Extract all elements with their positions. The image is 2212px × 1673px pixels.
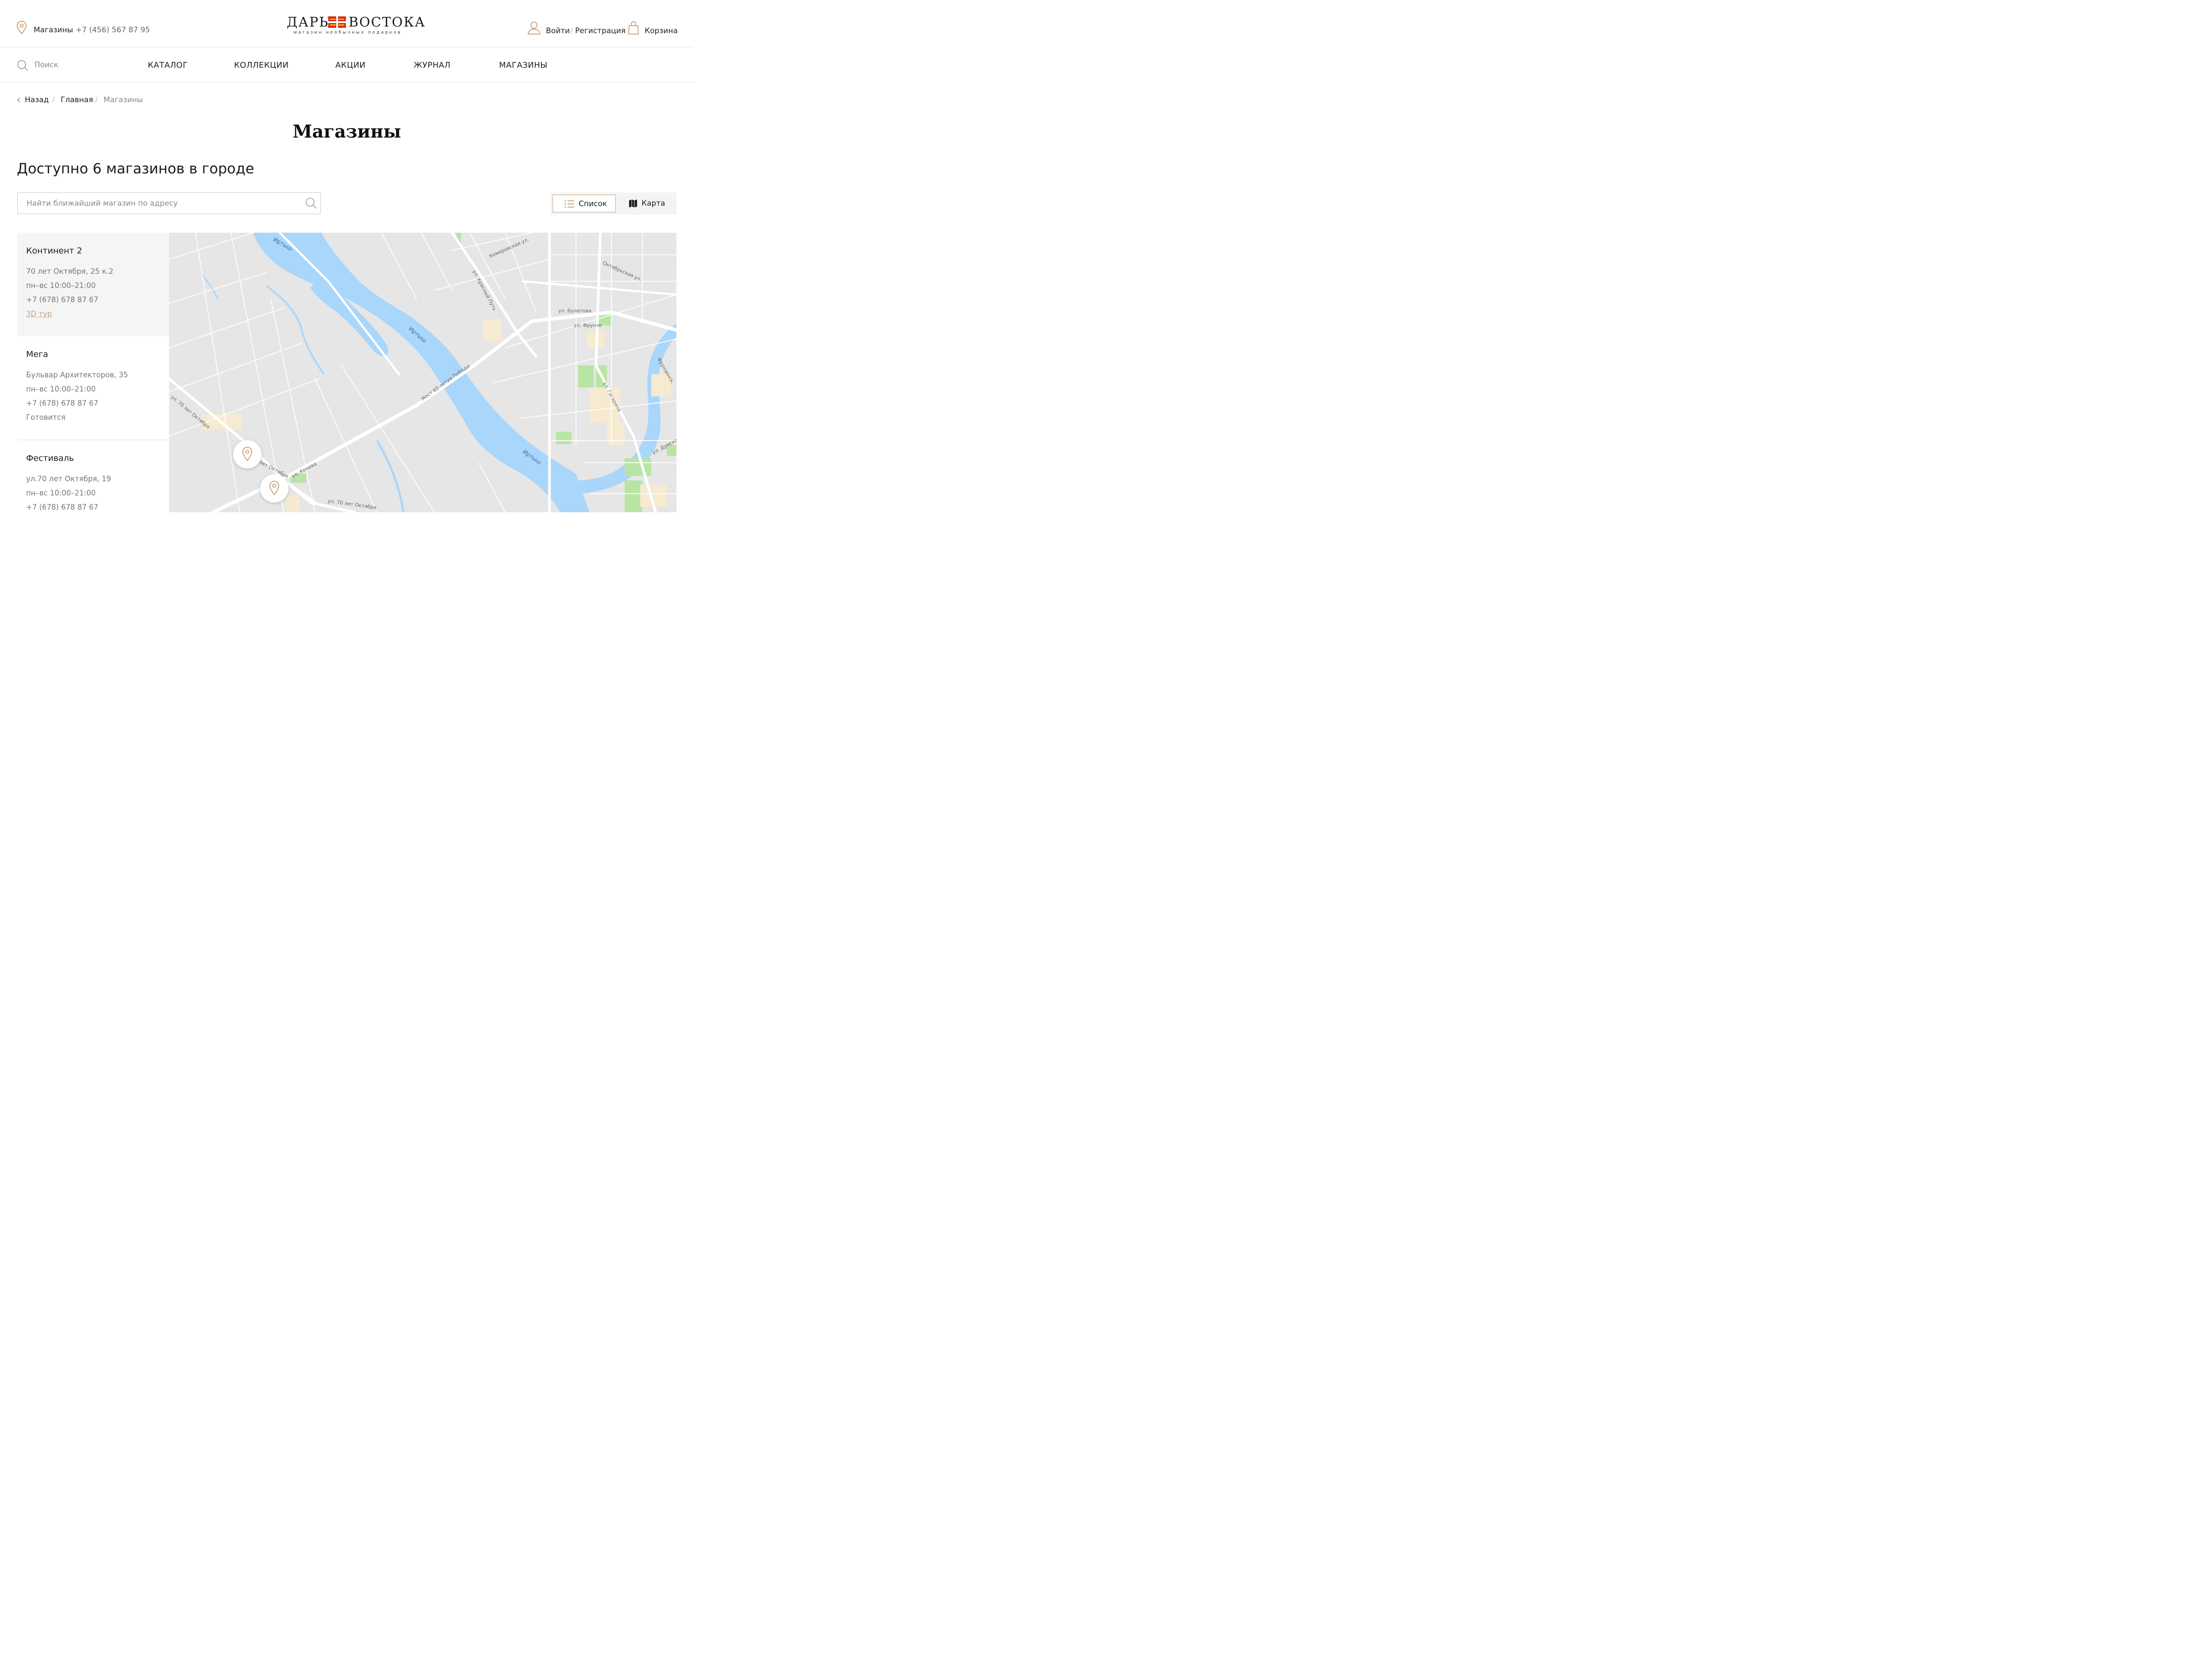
logo-tagline: магазин необычных подарков	[293, 30, 402, 35]
breadcrumb-separator: /	[52, 96, 55, 104]
view-toggle: Список Карта	[550, 192, 676, 215]
store-map-marker[interactable]	[260, 474, 288, 503]
map-label-street: ул. Фрунзе	[574, 322, 602, 328]
store-address: Бульвар Архитекторов, 35	[26, 371, 128, 379]
nav-item-catalog[interactable]: КАТАЛОГ	[148, 61, 188, 70]
breadcrumb-back[interactable]: Назад	[25, 96, 49, 104]
store-name: Мега	[26, 349, 48, 359]
cart-link[interactable]: Корзина	[645, 27, 678, 35]
store-phone[interactable]: +7 (678) 678 87 67	[26, 503, 98, 511]
login-separator: /	[570, 27, 573, 35]
map-canvas	[169, 233, 676, 512]
search-icon[interactable]	[305, 197, 317, 209]
shopping-bag-icon[interactable]	[628, 21, 639, 35]
breadcrumb-home[interactable]: Главная	[61, 96, 93, 104]
store-address: 70 лет Октября, 25 к.2	[26, 267, 114, 276]
store-hours: пн–вс 10:00–21:00	[26, 489, 96, 497]
store-card[interactable]: Мега Бульвар Архитекторов, 35 пн–вс 10:0…	[17, 336, 169, 440]
map-view-label: Карта	[641, 199, 665, 208]
logo-word-left: ДАРЫ	[287, 15, 333, 30]
search-icon[interactable]	[17, 60, 28, 71]
nav-item-stores[interactable]: МАГАЗИНЫ	[499, 61, 548, 70]
breadcrumb-separator: /	[95, 96, 98, 104]
store-phone[interactable]: +7 (678) 678 87 67	[26, 295, 98, 304]
main-nav: Поиск КАТАЛОГ КОЛЛЕКЦИИ АКЦИИ ЖУРНАЛ МАГ…	[0, 47, 694, 82]
store-name: Фестиваль	[26, 453, 74, 463]
page-title: Магазины	[292, 121, 401, 142]
store-3d-tour-link[interactable]: 3D тур	[26, 310, 52, 318]
map-view-button[interactable]: Карта	[618, 195, 675, 212]
store-hours: пн–вс 10:00–21:00	[26, 281, 96, 290]
logo-word-right: ВОСТОКА	[349, 15, 426, 30]
user-icon[interactable]	[527, 21, 541, 35]
store-map-marker[interactable]	[233, 440, 261, 468]
map-label-street: ул. Булатова	[558, 308, 591, 314]
nav-item-collections[interactable]: КОЛЛЕКЦИИ	[234, 61, 289, 70]
store-card[interactable]: Фестиваль ул.70 лет Октября, 19 пн–вс 10…	[17, 440, 169, 512]
header-phone[interactable]: +7 (456) 567 87 95	[76, 26, 150, 35]
store-name: Континент 2	[26, 246, 82, 256]
list-view-button[interactable]: Список	[553, 195, 616, 212]
map-pin-icon	[242, 446, 253, 461]
nav-search-input[interactable]: Поиск	[35, 61, 58, 69]
register-link[interactable]: Регистрация	[575, 27, 626, 35]
list-icon	[565, 200, 574, 208]
nav-item-sales[interactable]: АКЦИИ	[335, 61, 366, 70]
map-pin-icon	[269, 480, 280, 495]
map-icon	[629, 200, 637, 207]
chevron-left-icon[interactable]	[17, 97, 21, 103]
address-search-placeholder: Найти ближайший магазин по адресу	[27, 199, 178, 208]
list-view-label: Список	[579, 200, 607, 208]
login-link[interactable]: Войти	[546, 27, 570, 35]
store-status: Готовится	[26, 413, 65, 422]
breadcrumb-current: Магазины	[104, 96, 143, 104]
nav-item-journal[interactable]: ЖУРНАЛ	[414, 61, 451, 70]
site-logo[interactable]: ДАРЫ ВОСТОКА магазин необычных подарков	[286, 13, 425, 36]
store-card[interactable]: Континент 2 70 лет Октября, 25 к.2 пн–вс…	[17, 233, 169, 336]
logo-mark-icon	[328, 16, 346, 28]
address-search-input[interactable]: Найти ближайший магазин по адресу	[17, 192, 321, 214]
store-map[interactable]: Иртыш Иртыш Иртыш Кемеровская ул. Октябр…	[169, 233, 676, 512]
store-phone[interactable]: +7 (678) 678 87 67	[26, 399, 98, 407]
store-address: ул.70 лет Октября, 19	[26, 475, 111, 483]
location-pin-icon[interactable]	[16, 20, 27, 35]
top-bar: Магазины +7 (456) 567 87 95 ДАРЫ ВОСТОКА…	[0, 0, 694, 47]
stores-count-heading: Доступно 6 магазинов в городе	[17, 160, 254, 177]
breadcrumb: Назад / Главная / Магазины	[17, 96, 158, 105]
store-hours: пн–вс 10:00–21:00	[26, 385, 96, 393]
stores-link[interactable]: Магазины	[34, 26, 73, 35]
store-list: Континент 2 70 лет Октября, 25 к.2 пн–вс…	[17, 233, 169, 512]
